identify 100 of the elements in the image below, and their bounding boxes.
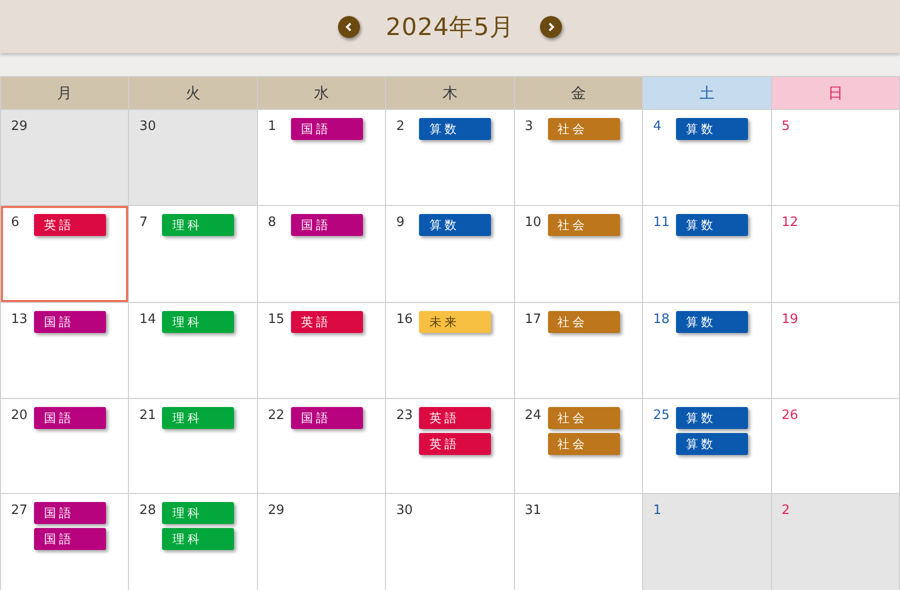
subject-tag[interactable]: 国語 xyxy=(290,214,363,236)
month-title: 2024年5月 xyxy=(386,12,514,42)
date-number: 2 xyxy=(396,118,405,136)
day-cell[interactable]: 22 国語 xyxy=(258,399,386,494)
day-cell[interactable]: 12 xyxy=(772,206,900,303)
day-cell[interactable]: 17 社会 xyxy=(514,303,644,399)
subject-tag[interactable]: 社会 xyxy=(548,407,620,429)
date-number: 31 xyxy=(524,502,542,520)
date-number: 20 xyxy=(11,407,28,425)
day-cell[interactable]: 10 社会 xyxy=(514,206,644,303)
date-number: 4 xyxy=(653,118,662,136)
subject-tag[interactable]: 国語 xyxy=(34,528,106,550)
date-number: 9 xyxy=(396,214,405,232)
day-cell[interactable]: 9 算数 xyxy=(386,206,515,303)
chevron-right-icon xyxy=(546,22,556,32)
subject-tag[interactable]: 英語 xyxy=(290,311,363,333)
day-cell[interactable]: 2 xyxy=(772,494,900,590)
subject-tag[interactable]: 社会 xyxy=(548,214,620,236)
day-cell[interactable]: 11 算数 xyxy=(643,206,772,303)
subject-tag[interactable]: 未来 xyxy=(419,311,492,333)
date-number: 23 xyxy=(396,407,413,425)
subject-tag[interactable]: 英語 xyxy=(419,433,492,455)
date-number: 21 xyxy=(139,407,156,425)
date-number: 3 xyxy=(524,118,533,136)
previous-month-button[interactable] xyxy=(338,16,360,38)
day-cell[interactable]: 2 算数 xyxy=(386,110,515,206)
day-cell[interactable]: 30 xyxy=(386,494,515,590)
weekday-header: 月 xyxy=(1,77,130,110)
subject-tag[interactable]: 算数 xyxy=(676,433,748,455)
day-cell[interactable]: 21 理科 xyxy=(129,399,258,494)
subject-tag[interactable]: 算数 xyxy=(676,214,748,236)
day-cell[interactable]: 29 xyxy=(258,494,386,590)
day-cell[interactable]: 27 国語 国語 xyxy=(1,494,130,590)
weekday-header: 日 xyxy=(772,77,900,110)
date-number: 8 xyxy=(268,214,276,232)
day-cell[interactable]: 6 英語 xyxy=(1,206,130,303)
subject-tag[interactable]: 社会 xyxy=(548,118,620,140)
date-number: 25 xyxy=(653,407,670,425)
weekday-header: 金 xyxy=(514,77,644,110)
subject-tag[interactable]: 英語 xyxy=(34,214,106,236)
subject-tag[interactable]: 社会 xyxy=(548,311,620,333)
day-cell[interactable]: 23 英語 英語 xyxy=(386,399,515,494)
day-cell[interactable]: 31 xyxy=(514,494,644,590)
date-number: 14 xyxy=(139,311,156,329)
date-number: 12 xyxy=(782,214,798,232)
subject-tag[interactable]: 英語 xyxy=(419,407,492,429)
date-number: 1 xyxy=(268,118,276,136)
date-number: 13 xyxy=(11,311,28,329)
date-number: 5 xyxy=(782,118,790,136)
weekday-header: 火 xyxy=(129,77,258,110)
date-number: 28 xyxy=(139,502,156,520)
date-number: 17 xyxy=(524,311,542,329)
subject-tag[interactable]: 社会 xyxy=(548,433,620,455)
day-cell[interactable]: 30 xyxy=(129,110,258,206)
date-number: 29 xyxy=(268,502,284,520)
date-number: 22 xyxy=(268,407,284,425)
day-cell[interactable]: 18 算数 xyxy=(643,303,772,399)
day-cell[interactable]: 13 国語 xyxy=(1,303,130,399)
day-cell[interactable]: 16 未来 xyxy=(386,303,515,399)
subject-tag[interactable]: 算数 xyxy=(419,214,492,236)
day-cell[interactable]: 8 国語 xyxy=(258,206,386,303)
day-cell[interactable]: 7 理科 xyxy=(129,206,258,303)
date-number: 19 xyxy=(782,311,798,329)
date-number: 30 xyxy=(139,118,156,136)
day-cell[interactable]: 3 社会 xyxy=(514,110,644,206)
day-cell[interactable]: 1 国語 xyxy=(258,110,386,206)
date-number: 11 xyxy=(653,214,670,232)
next-month-button[interactable] xyxy=(540,16,562,38)
day-cell[interactable]: 26 xyxy=(772,399,900,494)
date-number: 7 xyxy=(139,214,148,232)
subject-tag[interactable]: 国語 xyxy=(34,407,106,429)
day-cell[interactable]: 29 xyxy=(1,110,130,206)
date-number: 24 xyxy=(524,407,542,425)
date-number: 6 xyxy=(11,214,20,232)
subject-tag[interactable]: 算数 xyxy=(419,118,492,140)
subject-tag[interactable]: 算数 xyxy=(676,407,748,429)
subject-tag[interactable]: 国語 xyxy=(290,407,363,429)
weekday-header: 土 xyxy=(643,77,772,110)
date-number: 18 xyxy=(653,311,670,329)
date-number: 27 xyxy=(11,502,28,520)
day-cell[interactable]: 20 国語 xyxy=(1,399,130,494)
day-cell[interactable]: 15 英語 xyxy=(258,303,386,399)
day-cell[interactable]: 25 算数 算数 xyxy=(643,399,772,494)
subject-tag[interactable]: 算数 xyxy=(676,311,748,333)
day-cell[interactable]: 19 xyxy=(772,303,900,399)
subject-tag[interactable]: 国語 xyxy=(34,502,106,524)
date-number: 1 xyxy=(653,502,662,520)
day-cell[interactable]: 14 理科 xyxy=(129,303,258,399)
day-cell[interactable]: 5 xyxy=(772,110,900,206)
day-cell[interactable]: 4 算数 xyxy=(643,110,772,206)
subject-tag[interactable]: 算数 xyxy=(676,118,748,140)
subject-tag[interactable]: 国語 xyxy=(34,311,106,333)
date-number: 26 xyxy=(782,407,798,425)
subject-tag[interactable]: 国語 xyxy=(290,118,363,140)
day-cell[interactable]: 24 社会 社会 xyxy=(514,399,644,494)
date-number: 30 xyxy=(396,502,413,520)
weekday-header: 木 xyxy=(386,77,515,110)
day-cell[interactable]: 1 xyxy=(643,494,772,590)
date-number: 16 xyxy=(396,311,413,329)
date-number: 29 xyxy=(11,118,28,136)
